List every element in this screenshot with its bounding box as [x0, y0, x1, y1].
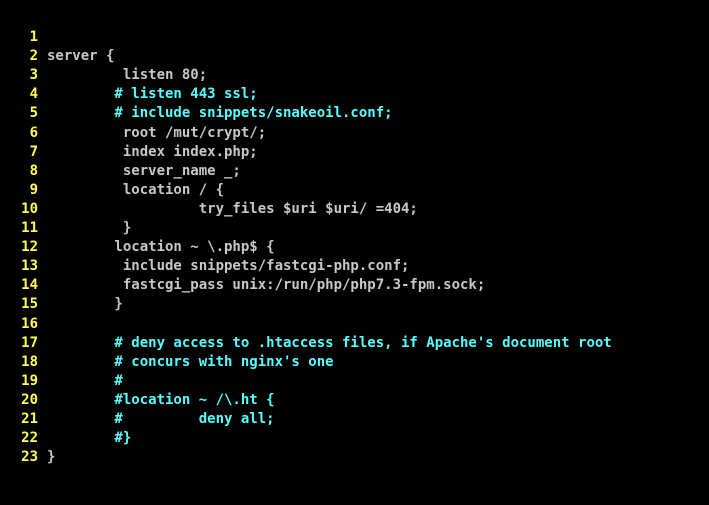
- editor-line[interactable]: 12 include snippets/fastcgi-php.conf;: [0, 219, 709, 274]
- editor-line[interactable]: 11 location ~ \.php$ {: [0, 200, 709, 255]
- editor-line[interactable]: 19 #location ~ /\.ht {: [0, 353, 709, 408]
- editor-line[interactable]: 7 server_name _;: [0, 124, 709, 179]
- editor-line[interactable]: 6 index index.php;: [0, 104, 709, 160]
- editor-line[interactable]: 17 # concurs with nginx's one: [0, 315, 709, 370]
- editor-line[interactable]: 21 #}: [0, 391, 709, 446]
- terminal-editor[interactable]: 1 server { 2 listen 80; 3 # listen 443 s…: [0, 0, 709, 465]
- line-number: 23: [21, 449, 38, 466]
- editor-line[interactable]: 18 #: [0, 334, 709, 389]
- editor-line[interactable]: 3 # listen 443 ssl;: [0, 47, 709, 102]
- editor-line[interactable]: 14 }: [0, 257, 709, 312]
- editor-line[interactable]: 23: [0, 429, 709, 465]
- editor-line[interactable]: 4 # include snippets/snakeoil.conf;: [0, 66, 709, 121]
- editor-line[interactable]: 13 fastcgi_pass unix:/run/php/php7.3-fpm…: [0, 238, 709, 293]
- editor-line[interactable]: 2 listen 80;: [0, 28, 709, 83]
- editor-line[interactable]: 20 # deny all;: [0, 372, 709, 427]
- editor-line[interactable]: 1 server {: [0, 9, 709, 64]
- code-text[interactable]: }: [47, 448, 55, 467]
- editor-line[interactable]: 9 try_files $uri $uri/ =404;: [0, 162, 709, 217]
- editor-line[interactable]: 10 }: [0, 181, 709, 236]
- editor-line[interactable]: 16 # deny access to .htaccess files, if …: [0, 295, 709, 351]
- editor-line[interactable]: 22 }: [0, 410, 709, 465]
- editor-line[interactable]: 15: [0, 276, 709, 312]
- editor-line[interactable]: 5 root /mut/crypt/;: [0, 85, 709, 140]
- editor-line[interactable]: 8 location / {: [0, 143, 709, 198]
